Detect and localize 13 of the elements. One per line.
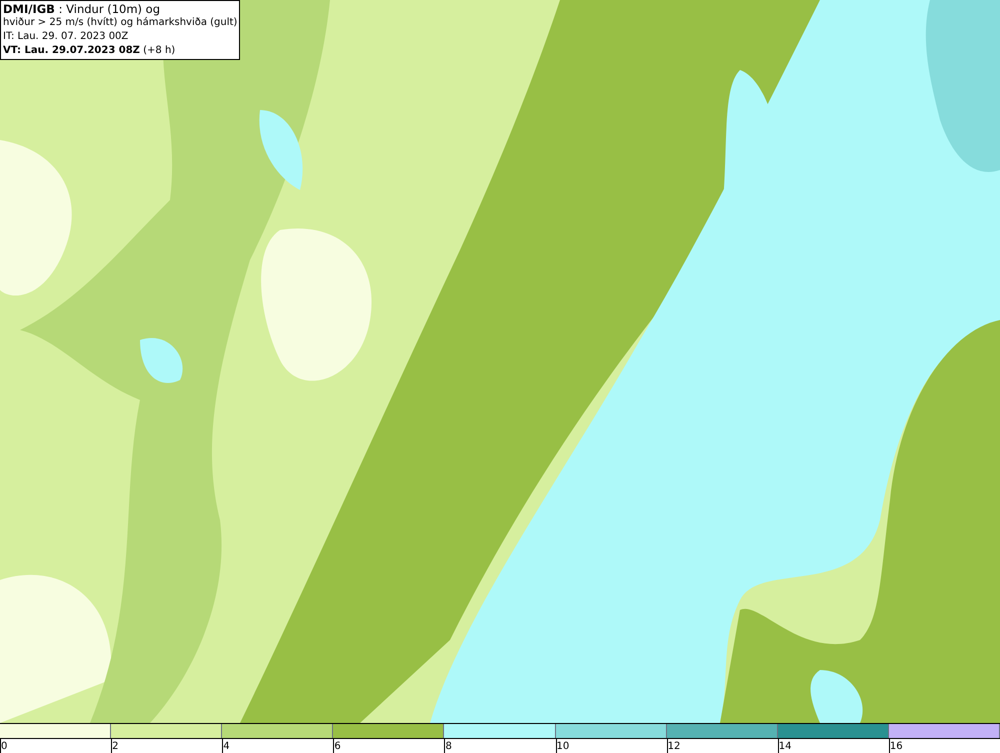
- legend-label: 10: [556, 741, 570, 752]
- title-line: hviður > 25 m/s (hvítt) og hámarkshviða (gult): [3, 16, 238, 30]
- title-line: IT: Lau. 29. 07. 2023 00Z: [3, 30, 130, 44]
- legend-label: 2: [112, 741, 118, 752]
- legend-label: 0: [1, 741, 8, 752]
- legend-label: 8: [445, 741, 452, 752]
- legend-label: 16: [890, 741, 903, 752]
- title-line: VT: Lau. 29.07.2023 08Z (+8 h): [3, 44, 176, 58]
- title-line: DMI/IGB : Vindur (10m) og: [3, 2, 162, 16]
- legend-label: 6: [334, 741, 341, 752]
- legend-label: 4: [223, 741, 230, 752]
- legend-label: 12: [668, 741, 680, 752]
- legend-label: 14: [778, 741, 792, 752]
